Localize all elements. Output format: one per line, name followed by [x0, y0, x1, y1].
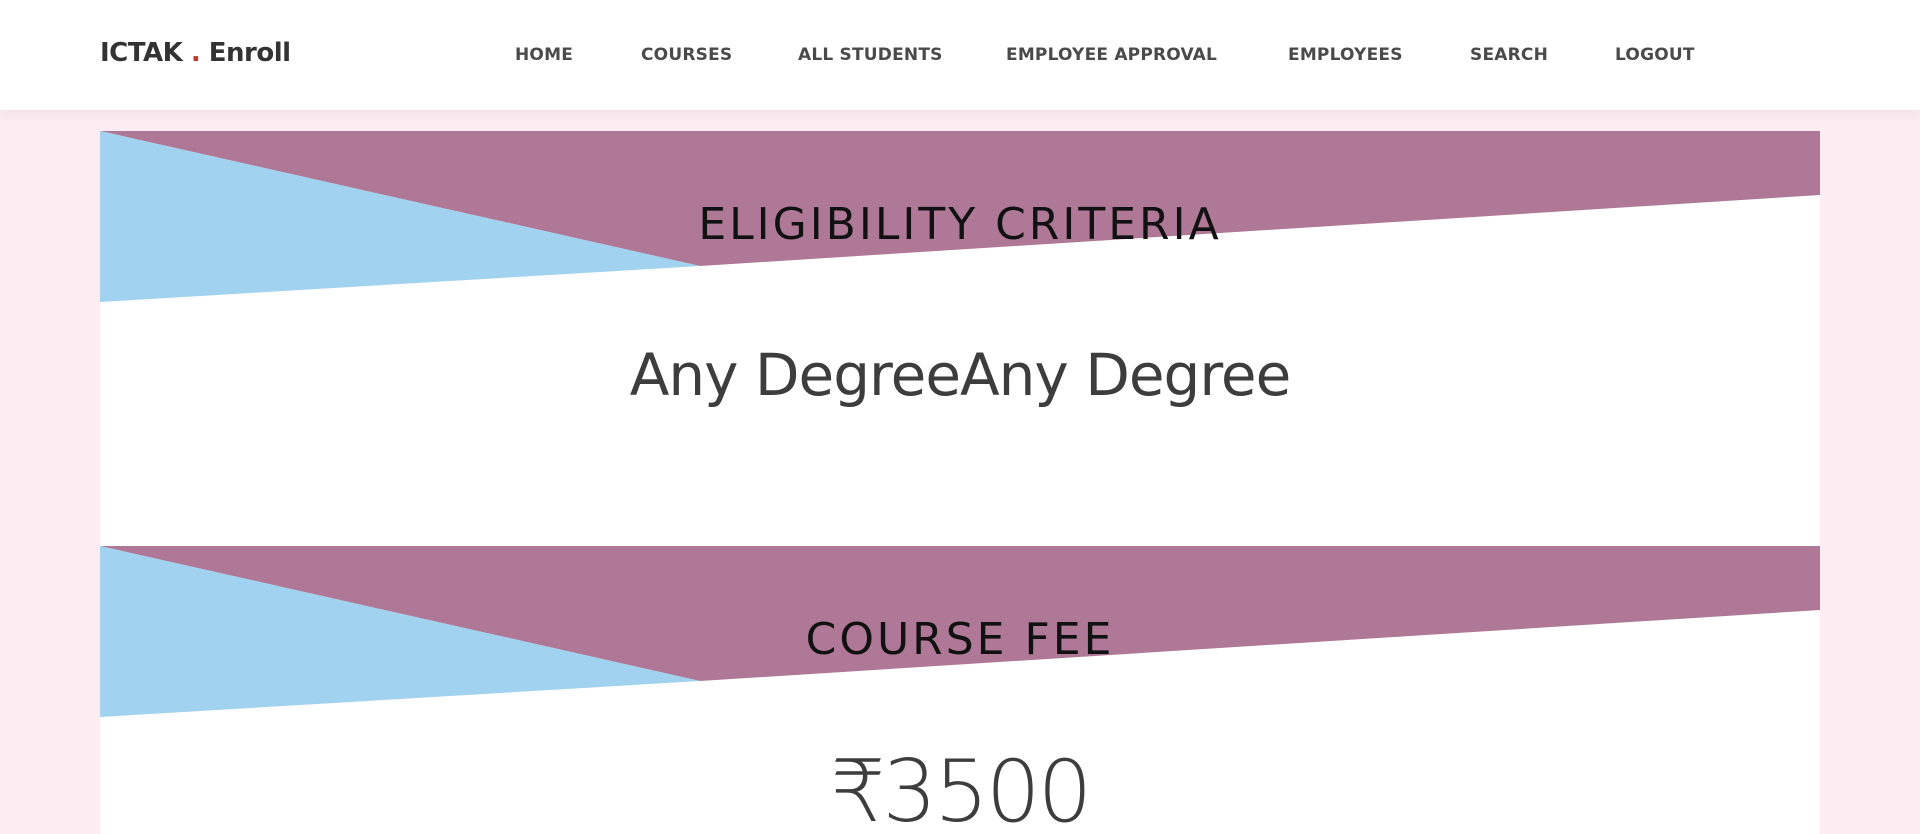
nav-courses-link[interactable]: COURSES — [641, 45, 732, 65]
nav-all-students-link[interactable]: ALL STUDENTS — [798, 45, 943, 65]
course-fee-value: ₹3500 — [100, 742, 1820, 834]
eligibility-section: ELIGIBILITY CRITERIA Any DegreeAny Degre… — [100, 131, 1820, 546]
course-fee-section: COURSE FEE ₹3500 — [100, 546, 1820, 834]
top-navbar: ICTAK . Enroll HOME COURSES ALL STUDENTS… — [0, 0, 1920, 110]
brand-name-end: Enroll — [208, 38, 291, 68]
rupee-icon: ₹ — [830, 742, 886, 834]
brand-dot: . — [190, 38, 201, 68]
nav-logout-link[interactable]: LOGOUT — [1615, 45, 1695, 65]
course-fee-amount: 3500 — [882, 742, 1092, 834]
nav-employee-approval-link[interactable]: EMPLOYEE APPROVAL — [1006, 45, 1217, 65]
eligibility-value: Any DegreeAny Degree — [629, 341, 1292, 409]
brand-name-start: ICTAK — [100, 38, 183, 68]
course-details-card: ELIGIBILITY CRITERIA Any DegreeAny Degre… — [100, 131, 1820, 834]
brand-logo[interactable]: ICTAK . Enroll — [100, 38, 291, 68]
nav-employees-link[interactable]: EMPLOYEES — [1288, 45, 1403, 65]
course-fee-heading: COURSE FEE — [805, 614, 1115, 665]
nav-home-link[interactable]: HOME — [515, 45, 573, 65]
eligibility-heading: ELIGIBILITY CRITERIA — [698, 199, 1222, 250]
nav-search-link[interactable]: SEARCH — [1470, 45, 1548, 65]
